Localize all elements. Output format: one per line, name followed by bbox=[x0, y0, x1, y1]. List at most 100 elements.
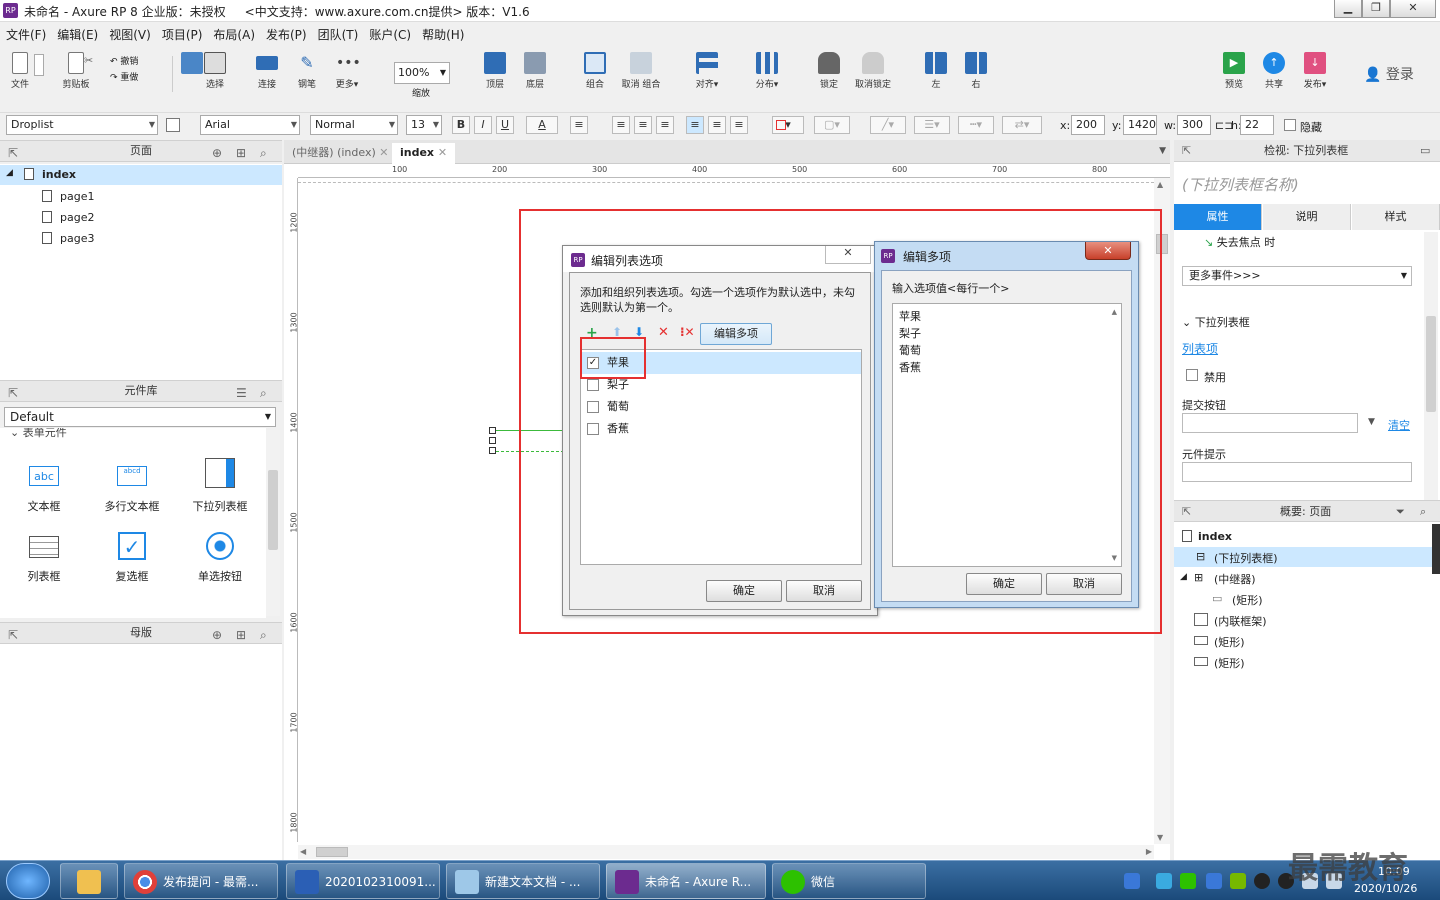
align-button[interactable]: 对齐▾ bbox=[690, 52, 724, 90]
publish-button[interactable]: ↓ 发布▾ bbox=[1298, 52, 1332, 90]
tray-security-icon[interactable] bbox=[1206, 873, 1222, 889]
outline-row-selected[interactable] bbox=[1174, 547, 1432, 567]
line-color-button[interactable]: ╱▾ bbox=[870, 116, 906, 134]
menu-edit[interactable]: 编辑(E) bbox=[51, 22, 103, 43]
filter-icon[interactable]: ⏷ bbox=[1396, 501, 1405, 523]
pen-button[interactable]: ✎ 钢笔 bbox=[292, 52, 322, 90]
edit-multiple-button[interactable]: 编辑多项 bbox=[700, 323, 772, 345]
widget-radio[interactable]: 单选按钮 bbox=[180, 532, 260, 584]
h-input[interactable]: 22 bbox=[1240, 115, 1274, 135]
library-select[interactable]: Default ▼ bbox=[4, 407, 276, 427]
distribute-button[interactable]: 分布▾ bbox=[750, 52, 784, 90]
align-left-text-icon[interactable]: ≡ bbox=[612, 116, 630, 134]
taskbar-word[interactable]: 2020102310091... bbox=[286, 863, 440, 899]
cancel-button[interactable]: 取消 bbox=[786, 580, 862, 602]
outline-root[interactable]: index bbox=[1198, 530, 1232, 543]
outline-item[interactable]: (矩形) bbox=[1232, 592, 1263, 608]
scroll-right-icon[interactable]: ▶ bbox=[1146, 847, 1152, 856]
tooltip-input[interactable] bbox=[1182, 462, 1412, 482]
widget-droplist[interactable]: 下拉列表框 bbox=[180, 458, 260, 514]
ungroup-button[interactable]: 取消 组合 bbox=[616, 52, 666, 90]
multi-line-input[interactable]: 苹果 梨子 葡萄 香蕉 ▲ ▼ bbox=[892, 303, 1122, 567]
zoom-select[interactable]: 100% ▼ bbox=[394, 62, 450, 84]
list-item[interactable]: 香蕉 bbox=[581, 418, 861, 440]
w-input[interactable]: 300 bbox=[1177, 115, 1211, 135]
widget-style-select[interactable]: Droplist ▼ bbox=[6, 115, 158, 135]
tab-style[interactable]: 样式 bbox=[1352, 204, 1440, 230]
font-size-select[interactable]: 13 ▼ bbox=[406, 115, 442, 135]
ime-icon[interactable] bbox=[1124, 873, 1140, 889]
more-tools-button[interactable]: ••• 更多▾ bbox=[330, 52, 364, 90]
minimize-icon[interactable]: ▁ bbox=[1334, 0, 1362, 18]
taskbar-wechat[interactable]: 微信 bbox=[772, 863, 926, 899]
font-style-select[interactable]: Normal ▼ bbox=[310, 115, 398, 135]
group-button[interactable]: 组合 bbox=[580, 52, 610, 90]
tab-repeater-index[interactable]: (中继器) (index) ✕ bbox=[284, 143, 396, 164]
menu-project[interactable]: 项目(P) bbox=[156, 22, 208, 43]
tab-properties[interactable]: 属性 bbox=[1174, 204, 1262, 230]
line-width-button[interactable]: ☰▾ bbox=[914, 116, 950, 134]
outline-item[interactable]: (中继器) bbox=[1214, 571, 1256, 587]
selection-handle[interactable] bbox=[489, 437, 496, 444]
outline-item[interactable]: (矩形) bbox=[1214, 634, 1245, 650]
widget-textarea[interactable]: abcd 多行文本框 bbox=[92, 462, 172, 514]
list-items-link[interactable]: 列表项 bbox=[1182, 340, 1218, 357]
x-input[interactable]: 200 bbox=[1071, 115, 1105, 135]
arrow-style-button[interactable]: ⇄▾ bbox=[1002, 116, 1042, 134]
chevron-down-icon[interactable]: ▼ bbox=[1368, 417, 1375, 427]
collapse-icon[interactable]: ⇱ bbox=[1182, 501, 1191, 523]
tab-notes[interactable]: 说明 bbox=[1263, 204, 1351, 230]
inspector-scrollbar[interactable] bbox=[1424, 232, 1438, 500]
library-scrollbar[interactable] bbox=[266, 430, 280, 616]
outline-item[interactable]: (内联框架) bbox=[1214, 613, 1267, 629]
close-icon[interactable]: ✕ bbox=[438, 146, 447, 159]
list-item-checkbox[interactable] bbox=[587, 379, 599, 391]
cut-icon[interactable]: ✂ bbox=[84, 54, 93, 67]
close-icon[interactable]: ✕ bbox=[379, 146, 388, 159]
search-icon[interactable]: ⌕ bbox=[260, 143, 267, 163]
section-droplist[interactable]: ⌄ 下拉列表框 bbox=[1182, 314, 1250, 330]
list-item[interactable]: 葡萄 bbox=[581, 396, 861, 418]
collapse-icon[interactable]: ⇱ bbox=[8, 143, 18, 163]
collapse-icon[interactable]: ⇱ bbox=[8, 383, 18, 403]
right-align-button[interactable]: 右 bbox=[962, 52, 990, 90]
selection-handle[interactable] bbox=[489, 427, 496, 434]
outline-item[interactable]: (矩形) bbox=[1214, 655, 1245, 671]
page-page3[interactable]: page3 bbox=[60, 232, 94, 245]
list-item-checkbox[interactable] bbox=[587, 423, 599, 435]
add-page-icon[interactable]: ⊕ bbox=[212, 143, 222, 163]
tray-app-icon[interactable] bbox=[1156, 873, 1172, 889]
y-input[interactable]: 1420 bbox=[1123, 115, 1157, 135]
notes-icon[interactable]: ▭ bbox=[1420, 140, 1430, 162]
fill-color-button[interactable]: ▾ bbox=[772, 116, 804, 134]
align-center-text-icon[interactable]: ≡ bbox=[634, 116, 652, 134]
send-to-back-button[interactable]: 底层 bbox=[520, 52, 550, 90]
preview-button[interactable]: ▶ 预览 bbox=[1220, 52, 1248, 90]
scroll-up-icon[interactable]: ▲ bbox=[1157, 180, 1163, 189]
scroll-down-icon[interactable]: ▼ bbox=[1112, 554, 1117, 562]
shadow-button[interactable]: ▢▾ bbox=[814, 116, 850, 134]
delete-all-icon[interactable]: ⁝✕ bbox=[680, 325, 695, 339]
bullet-list-icon[interactable]: ≡ bbox=[570, 116, 588, 134]
taskbar-axure[interactable]: 未命名 - Axure R... bbox=[606, 863, 766, 899]
italic-button[interactable]: I bbox=[474, 116, 492, 134]
bold-button[interactable]: B bbox=[452, 116, 470, 134]
outline-item[interactable]: (下拉列表框) bbox=[1214, 550, 1278, 566]
bring-to-front-button[interactable]: 顶层 bbox=[480, 52, 510, 90]
valign-bottom-icon[interactable]: ≡ bbox=[730, 116, 748, 134]
scroll-up-icon[interactable]: ▲ bbox=[1112, 308, 1117, 316]
search-icon[interactable]: ⌕ bbox=[1420, 501, 1426, 523]
valign-top-icon[interactable]: ≡ bbox=[686, 116, 704, 134]
hscroll-thumb[interactable] bbox=[316, 847, 348, 857]
taskbar-notepad[interactable]: 新建文本文档 - ... bbox=[446, 863, 600, 899]
add-master-icon[interactable]: ⊕ bbox=[212, 625, 222, 645]
close-icon[interactable]: ✕ bbox=[1390, 0, 1436, 18]
share-button[interactable]: ↑ 共享 bbox=[1260, 52, 1288, 90]
tray-wechat-icon[interactable] bbox=[1180, 873, 1196, 889]
submit-button-select[interactable] bbox=[1182, 413, 1358, 433]
widget-checkbox[interactable]: ✓ 复选框 bbox=[92, 532, 172, 584]
more-events-select[interactable]: 更多事件>>> ▼ bbox=[1182, 266, 1412, 286]
left-align-button[interactable]: 左 bbox=[922, 52, 950, 90]
list-item-checkbox[interactable] bbox=[587, 401, 599, 413]
library-scroll-thumb[interactable] bbox=[268, 470, 278, 550]
